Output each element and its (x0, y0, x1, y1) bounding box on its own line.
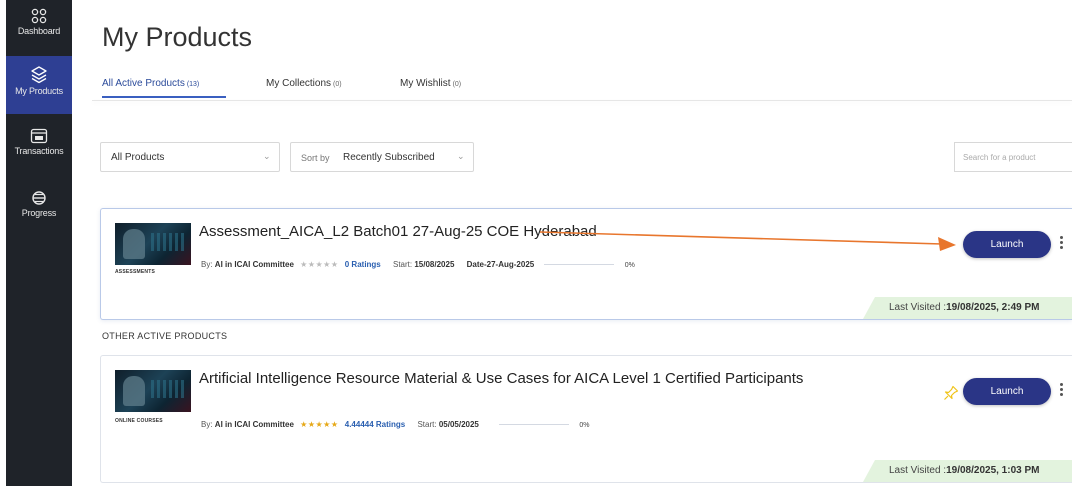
pin-icon[interactable] (943, 385, 959, 401)
by-label: By: (201, 420, 213, 429)
tab-my-collections[interactable]: My Collections (0) (266, 78, 342, 89)
start-date: 15/08/2025 (414, 260, 455, 269)
tab-label: All Active Products (102, 78, 185, 89)
product-title[interactable]: Artificial Intelligence Resource Materia… (199, 370, 809, 388)
progress-icon (32, 191, 46, 205)
start-label: Start: (393, 260, 413, 269)
main-content: My Products All Active Products (13) My C… (72, 0, 1072, 486)
dashboard-icon (31, 8, 47, 24)
last-visited-badge: Last Visited :19/08/2025, 2:49 PM (863, 297, 1072, 319)
chevron-down-icon: ⌄ (263, 151, 271, 161)
product-meta: By: AI in ICAI Committee ★★★★★ 0 Ratings… (201, 260, 635, 269)
sort-select[interactable]: Sort by Recently Subscribed ⌄ (290, 142, 474, 172)
product-thumbnail (115, 370, 191, 412)
product-type-tag: ASSESSMENTS (115, 269, 155, 275)
tab-count: (0) (333, 81, 342, 88)
progress-bar (544, 264, 615, 266)
launch-button[interactable]: Launch (963, 231, 1051, 258)
last-visited-value: 19/08/2025, 2:49 PM (946, 302, 1040, 313)
tab-label: My Collections (266, 78, 332, 89)
product-card[interactable]: ONLINE COURSES Artificial Intelligence R… (100, 355, 1072, 483)
category-select[interactable]: All Products ⌄ (100, 142, 280, 172)
sidebar-item-label: Dashboard (17, 26, 61, 36)
start-label: Start: (417, 420, 437, 429)
tab-my-wishlist[interactable]: My Wishlist (0) (400, 78, 461, 89)
progress-bar (499, 424, 570, 426)
transactions-icon (30, 128, 48, 144)
category-select-value: All Products (111, 152, 165, 163)
sort-label: Sort by (301, 153, 330, 163)
product-date-note: Date-27-Aug-2025 (466, 260, 535, 269)
chevron-down-icon: ⌄ (457, 151, 465, 161)
progress-percent: 0% (579, 422, 590, 429)
sidebar-item-dashboard[interactable]: Dashboard (6, 8, 72, 52)
product-card[interactable]: ASSESSMENTS Assessment_AICA_L2 Batch01 2… (100, 208, 1072, 320)
other-active-products-heading: OTHER ACTIVE PRODUCTS (102, 331, 228, 341)
product-thumbnail (115, 223, 191, 265)
sidebar-item-label: Transactions (14, 146, 64, 156)
page-title: My Products (102, 22, 253, 52)
progress-percent: 0% (624, 262, 635, 269)
more-options-icon[interactable] (1058, 383, 1064, 401)
product-author: AI in ICAI Committee (214, 420, 294, 429)
product-meta: By: AI in ICAI Committee ★★★★★ 4.44444 R… (201, 420, 589, 429)
more-options-icon[interactable] (1058, 236, 1064, 254)
tab-label: My Wishlist (400, 78, 451, 89)
last-visited-label: Last Visited : (889, 465, 947, 476)
sort-select-value: Recently Subscribed (343, 152, 435, 163)
sidebar-item-transactions[interactable]: Transactions (6, 128, 72, 172)
rating-stars-icon: ★★★★★ (300, 420, 339, 429)
layers-icon (31, 66, 47, 84)
ratings-link[interactable]: 0 Ratings (345, 260, 381, 269)
sidebar: Dashboard My Products Transactions Progr… (6, 0, 72, 486)
tab-count: (13) (186, 81, 200, 88)
launch-button[interactable]: Launch (963, 378, 1051, 405)
ratings-link[interactable]: 4.44444 Ratings (345, 420, 405, 429)
tab-all-active-products[interactable]: All Active Products (13) (102, 78, 199, 89)
sidebar-item-label: My Products (15, 86, 63, 96)
product-type-tag: ONLINE COURSES (115, 418, 163, 424)
sidebar-item-progress[interactable]: Progress (6, 190, 72, 230)
tab-count: (0) (452, 81, 462, 88)
sidebar-item-label: Progress (21, 208, 57, 218)
search-input[interactable] (954, 142, 1072, 172)
by-label: By: (201, 260, 213, 269)
product-title[interactable]: Assessment_AICA_L2 Batch01 27-Aug-25 COE… (199, 223, 819, 241)
start-date: 05/05/2025 (438, 420, 479, 429)
last-visited-value: 19/08/2025, 1:03 PM (946, 465, 1040, 476)
tabs-divider (92, 100, 1072, 101)
last-visited-label: Last Visited : (889, 302, 947, 313)
sidebar-item-my-products[interactable]: My Products (6, 56, 72, 114)
active-tab-indicator (102, 96, 226, 98)
product-author: AI in ICAI Committee (214, 260, 294, 269)
last-visited-badge: Last Visited :19/08/2025, 1:03 PM (863, 460, 1072, 482)
rating-stars-icon: ★★★★★ (300, 260, 339, 269)
